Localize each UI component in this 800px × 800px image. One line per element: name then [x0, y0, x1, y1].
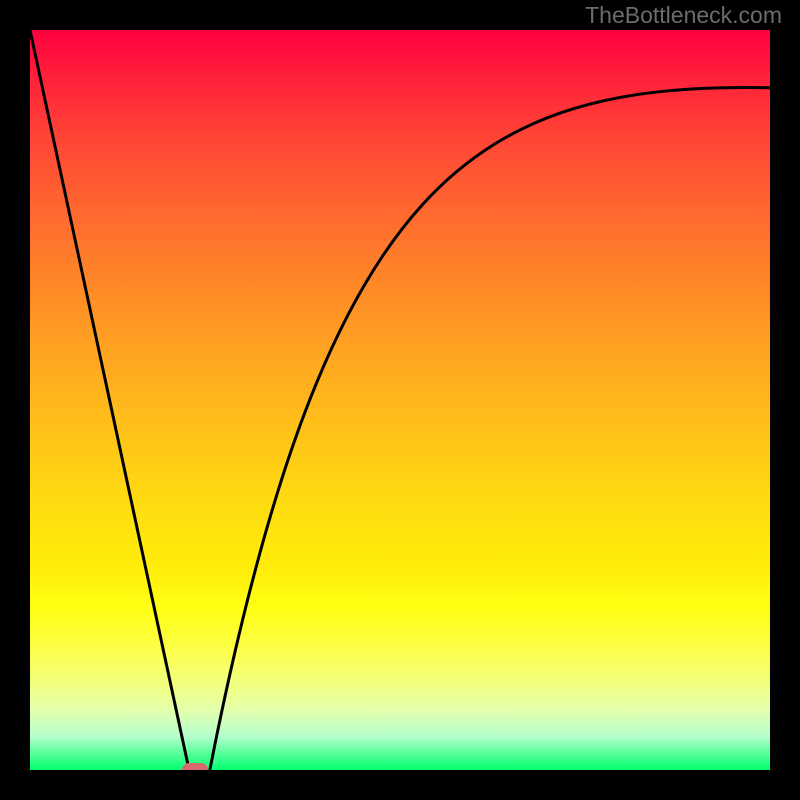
bottleneck-curve-left — [30, 30, 189, 770]
optimum-marker — [182, 763, 209, 770]
plot-area — [30, 30, 770, 770]
bottleneck-curve-right — [210, 87, 770, 770]
watermark-text: TheBottleneck.com — [585, 2, 782, 29]
curve-layer — [30, 30, 770, 770]
